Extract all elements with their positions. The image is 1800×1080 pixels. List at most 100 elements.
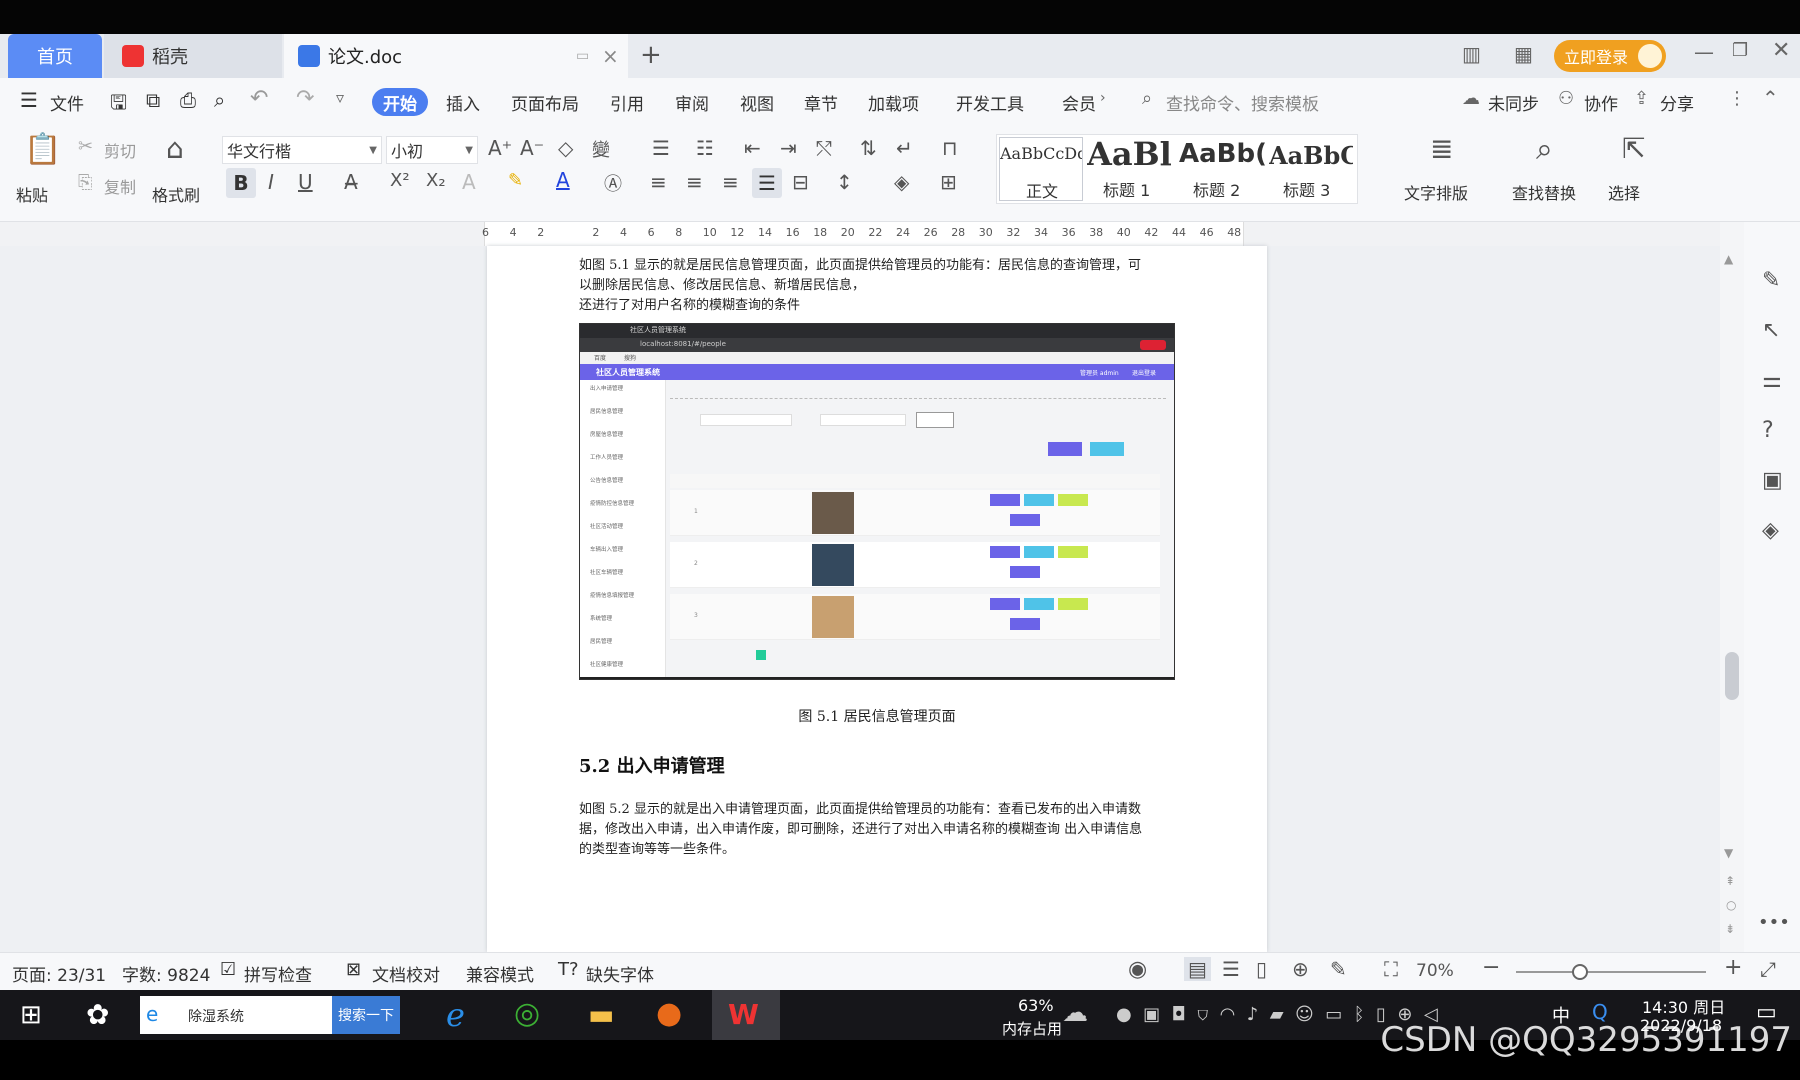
game-app-icon[interactable]: ● [656, 996, 682, 1031]
horizontal-ruler[interactable]: 6 4 2 2 4 6 8 10 12 14 16 18 20 22 24 26 28 30 32 34 36 38 40 4… [0, 222, 1800, 246]
cut-icon[interactable]: ✂ [78, 136, 93, 157]
export-icon[interactable]: ⧉ [146, 88, 160, 112]
cut-label[interactable]: 剪切 [104, 138, 136, 162]
sync-status[interactable]: 未同步 [1488, 90, 1539, 115]
read-view-icon[interactable]: ▯ [1256, 957, 1267, 981]
scroll-down-icon[interactable]: ▼ [1724, 846, 1733, 860]
bell-icon[interactable]: ♪ [1247, 1004, 1259, 1025]
strikethrough-icon[interactable]: A̶ [344, 170, 358, 194]
wifi-icon[interactable]: ◠ [1220, 1004, 1236, 1025]
font-size-select[interactable]: 小初 ▼ [386, 136, 478, 164]
monitor-icon[interactable]: ▭ [576, 48, 589, 64]
shading-icon[interactable]: ◈ [894, 170, 909, 194]
pointer-icon[interactable]: ↖ [1762, 318, 1780, 343]
tab-layout[interactable]: 页面布局 [511, 90, 579, 115]
taskbar-search[interactable]: e 除湿系统 搜索一下 [140, 996, 400, 1034]
tab-insert[interactable]: 插入 [446, 90, 480, 115]
doc-proofread[interactable]: 文档校对 [372, 961, 440, 986]
style-normal[interactable]: AaBbCcDd 正文 [999, 137, 1083, 201]
fullscreen-icon[interactable]: ⤢ [1760, 957, 1776, 981]
missing-font[interactable]: 缺失字体 [586, 961, 654, 986]
next-page-icon[interactable]: ⇟ [1725, 922, 1735, 936]
undo-icon[interactable]: ↶ [250, 86, 268, 111]
tray-icon[interactable]: ● [1116, 1004, 1132, 1025]
app-360-icon[interactable]: ✿ [86, 998, 109, 1031]
borders-icon[interactable]: ⊞ [940, 170, 957, 194]
align-center-icon[interactable]: ≡ [686, 170, 703, 194]
login-button[interactable]: 立即登录 [1554, 40, 1666, 72]
adjust-icon[interactable]: ⚌ [1762, 368, 1782, 393]
find-replace-button[interactable]: ⌕ 查找替换 [1512, 132, 1592, 203]
show-marks-icon[interactable]: ↵ [896, 136, 913, 160]
zoom-slider[interactable] [1516, 964, 1706, 980]
tab-start[interactable]: 开始 [372, 88, 428, 116]
zoom-out-icon[interactable]: − [1482, 955, 1500, 980]
ie-icon[interactable]: ℯ [446, 996, 465, 1034]
wps-taskbar-button[interactable]: W [712, 990, 780, 1040]
scroll-thumb[interactable] [1725, 652, 1739, 700]
collapse-ribbon-icon[interactable]: ⌃ [1762, 86, 1779, 110]
help-icon[interactable]: ? [1762, 418, 1774, 443]
document-area[interactable]: 如图 5.1 显示的就是居民信息管理页面，此页面提供给管理员的功能有：居民信息的… [0, 246, 1744, 952]
grow-font-icon[interactable]: A⁺ [488, 136, 512, 160]
tab-references[interactable]: 引用 [610, 90, 644, 115]
web-view-icon[interactable]: ⊕ [1292, 957, 1309, 981]
outline-view-icon[interactable]: ☰ [1222, 957, 1240, 981]
pen-icon[interactable]: ✎ [1762, 268, 1780, 293]
font-family-select[interactable]: 华文行楷 ▼ [222, 136, 382, 164]
minimize-icon[interactable]: — [1694, 40, 1714, 64]
justify-button[interactable]: ☰ [752, 168, 782, 198]
tray-icon[interactable]: ▭ [1325, 1004, 1342, 1025]
search-go-button[interactable]: 搜索一下 [332, 996, 400, 1034]
bluetooth-icon[interactable]: ᛒ [1354, 1004, 1365, 1025]
document-page[interactable]: 如图 5.1 显示的就是居民信息管理页面，此页面提供给管理员的功能有：居民信息的… [487, 246, 1267, 952]
overflow-icon[interactable]: ⋮ [1728, 88, 1746, 109]
align-left-icon[interactable]: ≡ [650, 170, 667, 194]
tray-icon[interactable]: ▣ [1143, 1004, 1160, 1025]
text-layout-button[interactable]: ≣ 文字排版 [1404, 132, 1484, 203]
share-button[interactable]: 分享 [1660, 90, 1694, 115]
scroll-up-icon[interactable]: ▲ [1724, 252, 1733, 266]
preview-icon[interactable]: ⌕ [214, 88, 225, 112]
vertical-scrollbar[interactable]: ▲ ▼ ⇞ ○ ⇟ [1720, 222, 1744, 952]
chinese-layout-icon[interactable]: ⤲ [816, 136, 832, 160]
superscript-icon[interactable]: X² [390, 170, 410, 191]
align-right-icon[interactable]: ≡ [722, 170, 739, 194]
zoom-level[interactable]: 70% [1416, 961, 1454, 981]
sort-icon[interactable]: ⇅ [860, 136, 877, 160]
close-tab-icon[interactable]: × [602, 44, 619, 68]
italic-icon[interactable]: I [268, 170, 274, 194]
tab-review[interactable]: 审阅 [675, 90, 709, 115]
word-count[interactable]: 字数: 9824 [122, 961, 210, 986]
prev-page-icon[interactable]: ⇞ [1725, 874, 1735, 888]
location-icon[interactable]: ◈ [1762, 518, 1779, 543]
tab-member[interactable]: 会员 [1062, 90, 1096, 115]
style-heading-1[interactable]: AaBl 标题 1 [1087, 137, 1177, 201]
grid-icon[interactable]: ▦ [1514, 42, 1533, 66]
browser-360-icon[interactable]: ◎ [514, 996, 540, 1031]
outdent-icon[interactable]: ⇤ [744, 136, 761, 160]
new-tab-icon[interactable]: + [640, 40, 662, 70]
style-heading-3[interactable]: AaBbC 标题 3 [1269, 137, 1353, 201]
hamburger-icon[interactable]: ☰ [20, 88, 38, 112]
layout-icon[interactable]: ▥ [1462, 42, 1481, 66]
shield-icon[interactable]: ⛉ [1197, 1004, 1208, 1025]
nvidia-icon[interactable]: ▰ [1270, 1004, 1284, 1025]
checkbox-icon[interactable]: ☑ [220, 959, 236, 980]
underline-icon[interactable]: U [298, 170, 313, 194]
page-nav-icon[interactable]: ○ [1726, 898, 1736, 912]
write-view-icon[interactable]: ✎ [1330, 957, 1347, 981]
more-icon[interactable]: ▿ [336, 88, 344, 107]
redo-icon[interactable]: ↷ [296, 86, 314, 111]
line-spacing-icon[interactable]: ↕ [836, 170, 853, 194]
file-explorer-icon[interactable]: ▬ [588, 998, 614, 1031]
more-dots-icon[interactable]: ••• [1758, 912, 1790, 933]
tab-home[interactable]: 首页 [8, 34, 102, 78]
close-window-icon[interactable]: ✕ [1772, 38, 1790, 63]
collab-button[interactable]: 协作 [1584, 90, 1618, 115]
tab-document[interactable]: 论文.doc ▭ × [284, 34, 628, 78]
select-button[interactable]: ⇱ 选择 [1608, 132, 1658, 203]
subscript-icon[interactable]: X₂ [426, 170, 446, 191]
char-border-icon[interactable]: Ⓐ [604, 170, 622, 196]
spell-check[interactable]: 拼写检查 [244, 961, 312, 986]
